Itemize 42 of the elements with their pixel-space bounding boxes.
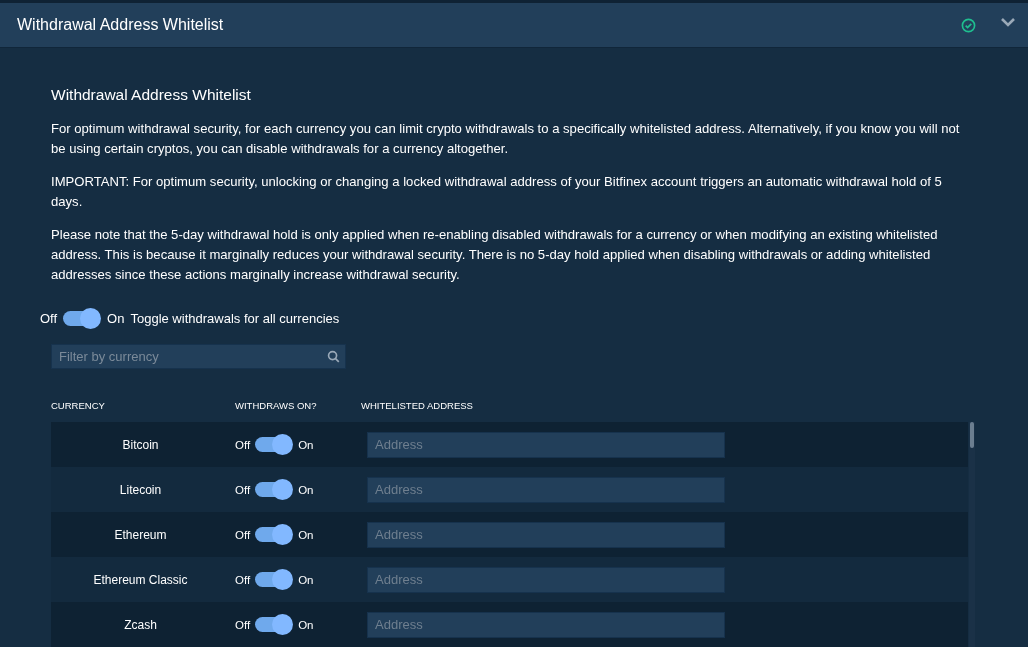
on-label: On [298, 438, 314, 451]
section-title: Withdrawal Address Whitelist [17, 16, 225, 34]
address-field[interactable]: Address [367, 476, 725, 503]
address-field[interactable]: Address [367, 566, 725, 593]
paragraph: Please note that the 5-day withdrawal hold is only applied when re-enabling disabled withdrawals for a currency or when modifying an existing whitelisted address. This is because it marginally reduces your withdrawal security. There is no 5-day hold applied when disabling withdrawals or adding whitelisted addresses since these actions marginally increase withdrawal security. [51, 226, 939, 284]
toggle-switch[interactable] [255, 572, 292, 587]
off-label: Off [235, 618, 251, 631]
on-label: On [298, 573, 314, 586]
off-label: Off [235, 438, 251, 451]
paragraph: For optimum withdrawal security, for each currency you can limit crypto withdrawals to a specifically whitelisted address. Alternatively, if you know you will not be using certain cryptos, you can disable withdrawals for a currency altogether. [51, 120, 961, 158]
currency-name: Bitcoin [122, 437, 159, 452]
paragraph: IMPORTANT: For optimum security, unlocking or changing a locked withdrawal address of your Bitfinex account triggers an automatic withdrawal hold of 5 days. [51, 173, 943, 211]
toggle-label: Toggle withdrawals for all currencies [130, 311, 340, 326]
currency-name: Litecoin [119, 482, 162, 497]
toggle-switch[interactable] [255, 527, 292, 542]
off-label: Off [40, 311, 58, 326]
column-header: CURRENCY [51, 399, 106, 411]
on-label: On [107, 311, 125, 326]
toggle-switch[interactable] [63, 311, 100, 326]
section-header[interactable]: Withdrawal Address Whitelist [0, 3, 1028, 48]
currency-name: Zcash [124, 617, 157, 632]
on-label: On [298, 618, 314, 631]
off-label: Off [235, 483, 251, 496]
address-field[interactable]: Address [367, 611, 725, 638]
on-label: On [298, 483, 314, 496]
address-field[interactable]: Address [367, 431, 725, 458]
toggle-switch[interactable] [255, 482, 292, 497]
off-label: Off [235, 528, 251, 541]
currency-name: Ethereum [114, 527, 167, 542]
column-header: WHITELISTED ADDRESS [361, 399, 473, 411]
currency-name: Ethereum Classic [93, 572, 188, 587]
heading: Withdrawal Address Whitelist [51, 86, 252, 104]
filter-field[interactable]: Filter by currency [51, 344, 346, 369]
on-label: On [298, 528, 314, 541]
column-header: WITHDRAWS ON? [235, 399, 318, 411]
search-icon [327, 350, 340, 363]
scrollbar[interactable] [969, 422, 975, 647]
address-field[interactable]: Address [367, 521, 725, 548]
chevron-down-icon[interactable] [1000, 17, 1016, 27]
toggle-switch[interactable] [255, 437, 292, 452]
off-label: Off [235, 573, 251, 586]
toggle-switch[interactable] [255, 617, 292, 632]
